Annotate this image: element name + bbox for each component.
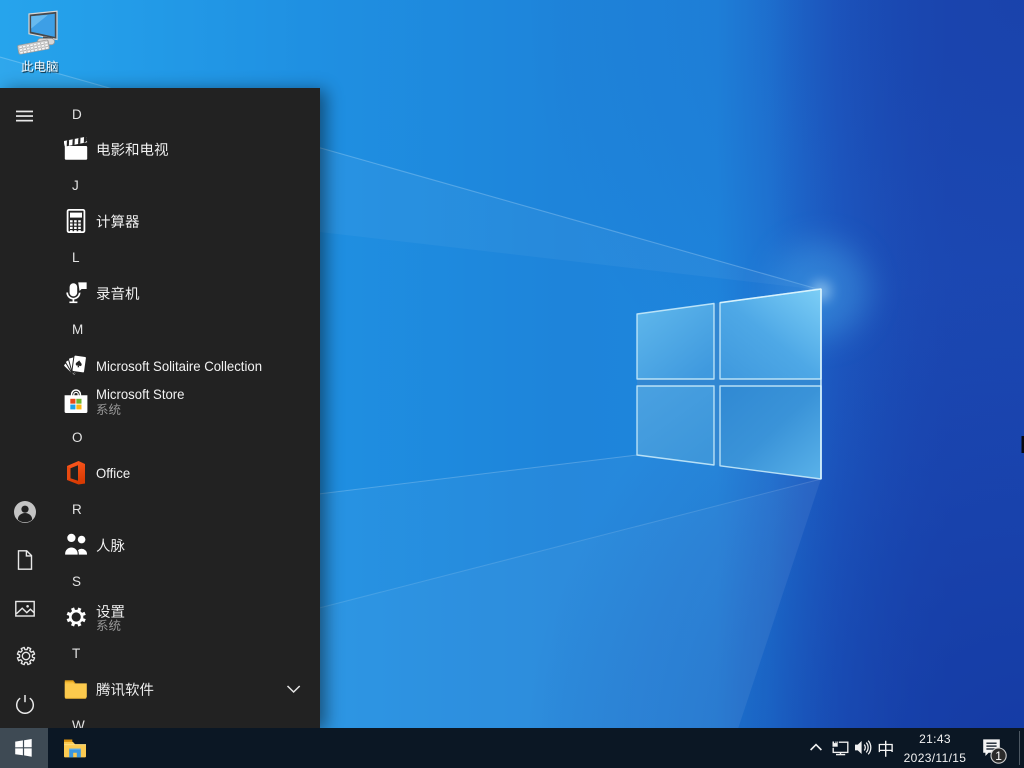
svg-text:1: 1 — [995, 749, 1002, 763]
